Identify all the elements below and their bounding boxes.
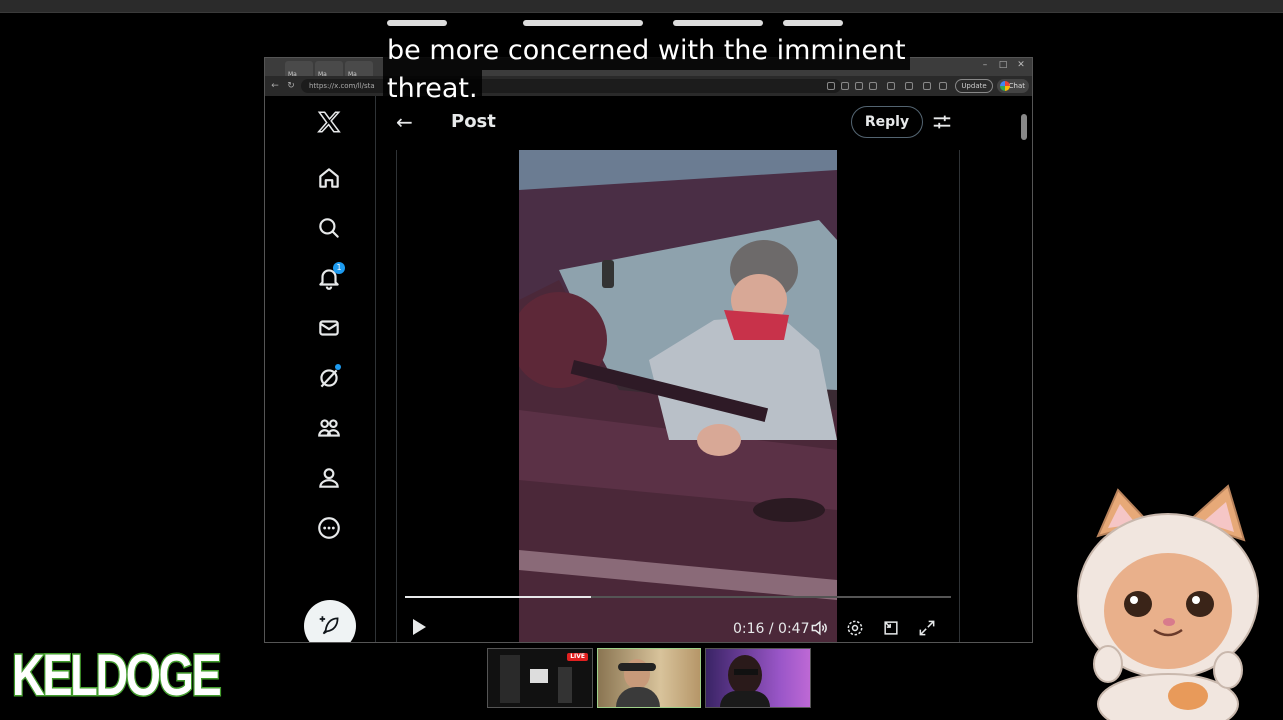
reply-button[interactable]: Reply [851,106,923,138]
channel-logo: KELDOGE [11,643,223,708]
page-title: Post [451,111,496,132]
subtitle-caption: be more concerned with the imminent thre… [383,32,910,108]
browser-tab[interactable]: Ma [285,61,313,78]
x-sidebar: 1 [265,96,376,642]
play-icon[interactable] [411,618,427,636]
caption-cut-line [383,12,933,28]
browser-tab[interactable]: Ma [345,61,373,78]
grok-icon[interactable] [315,364,343,392]
messages-icon[interactable] [315,314,343,342]
fullscreen-icon[interactable] [917,618,937,638]
back-arrow-icon[interactable]: ← [396,111,418,133]
search-icon[interactable] [315,214,343,242]
video-time: 0:16 / 0:47 [733,621,810,637]
picture-in-picture-icon[interactable] [881,618,901,638]
profile-icon[interactable] [315,464,343,492]
communities-icon[interactable] [315,414,343,442]
maximize-icon[interactable]: □ [998,60,1008,70]
settings-sliders-icon[interactable] [931,111,953,133]
new-indicator-dot [335,364,341,370]
chat-button[interactable]: Chat [997,79,1029,93]
home-icon[interactable] [315,164,343,192]
video-frame [519,150,837,642]
scene-thumbnail[interactable]: LIVE [487,648,593,708]
x-logo-icon[interactable] [315,108,343,136]
minimize-icon[interactable]: – [980,60,990,70]
browser-tab[interactable]: Ma [315,61,343,78]
video-progress-fill [405,596,591,598]
feather-plus-icon [319,616,339,635]
subtitle-line-1: be more concerned with the imminent [383,32,910,70]
notifications-icon[interactable]: 1 [315,262,345,292]
chat-logo-icon [1000,81,1010,91]
mascot-avatar [1077,484,1259,720]
settings-gear-icon[interactable] [845,618,865,638]
close-icon[interactable]: ✕ [1016,60,1026,70]
guest-webcam-thumbnail[interactable] [705,648,811,708]
main-column: ← Post Reply 0:16 / 0:47 [376,96,970,642]
update-button[interactable]: Update [955,79,993,93]
subtitle-line-2: threat. [383,70,482,108]
compose-post-button[interactable] [304,600,356,642]
video-still-image [519,150,837,642]
live-badge: LIVE [567,653,588,661]
extension-icon[interactable] [923,82,931,90]
reload-icon[interactable]: ↻ [285,79,297,93]
browser-window: Ma Ma Ma – □ ✕ ← ↻ https://x.com/ll/sta … [264,57,1033,643]
video-player[interactable]: 0:16 / 0:47 [396,150,960,642]
extension-icon[interactable] [939,82,947,90]
scrollbar-thumb[interactable] [1021,114,1027,140]
webcam-thumbnail[interactable] [597,648,701,708]
video-progress-bar[interactable] [405,596,951,598]
back-icon[interactable]: ← [269,79,281,93]
notification-badge: 1 [333,262,345,274]
volume-icon[interactable] [809,618,829,638]
more-icon[interactable] [315,514,343,542]
